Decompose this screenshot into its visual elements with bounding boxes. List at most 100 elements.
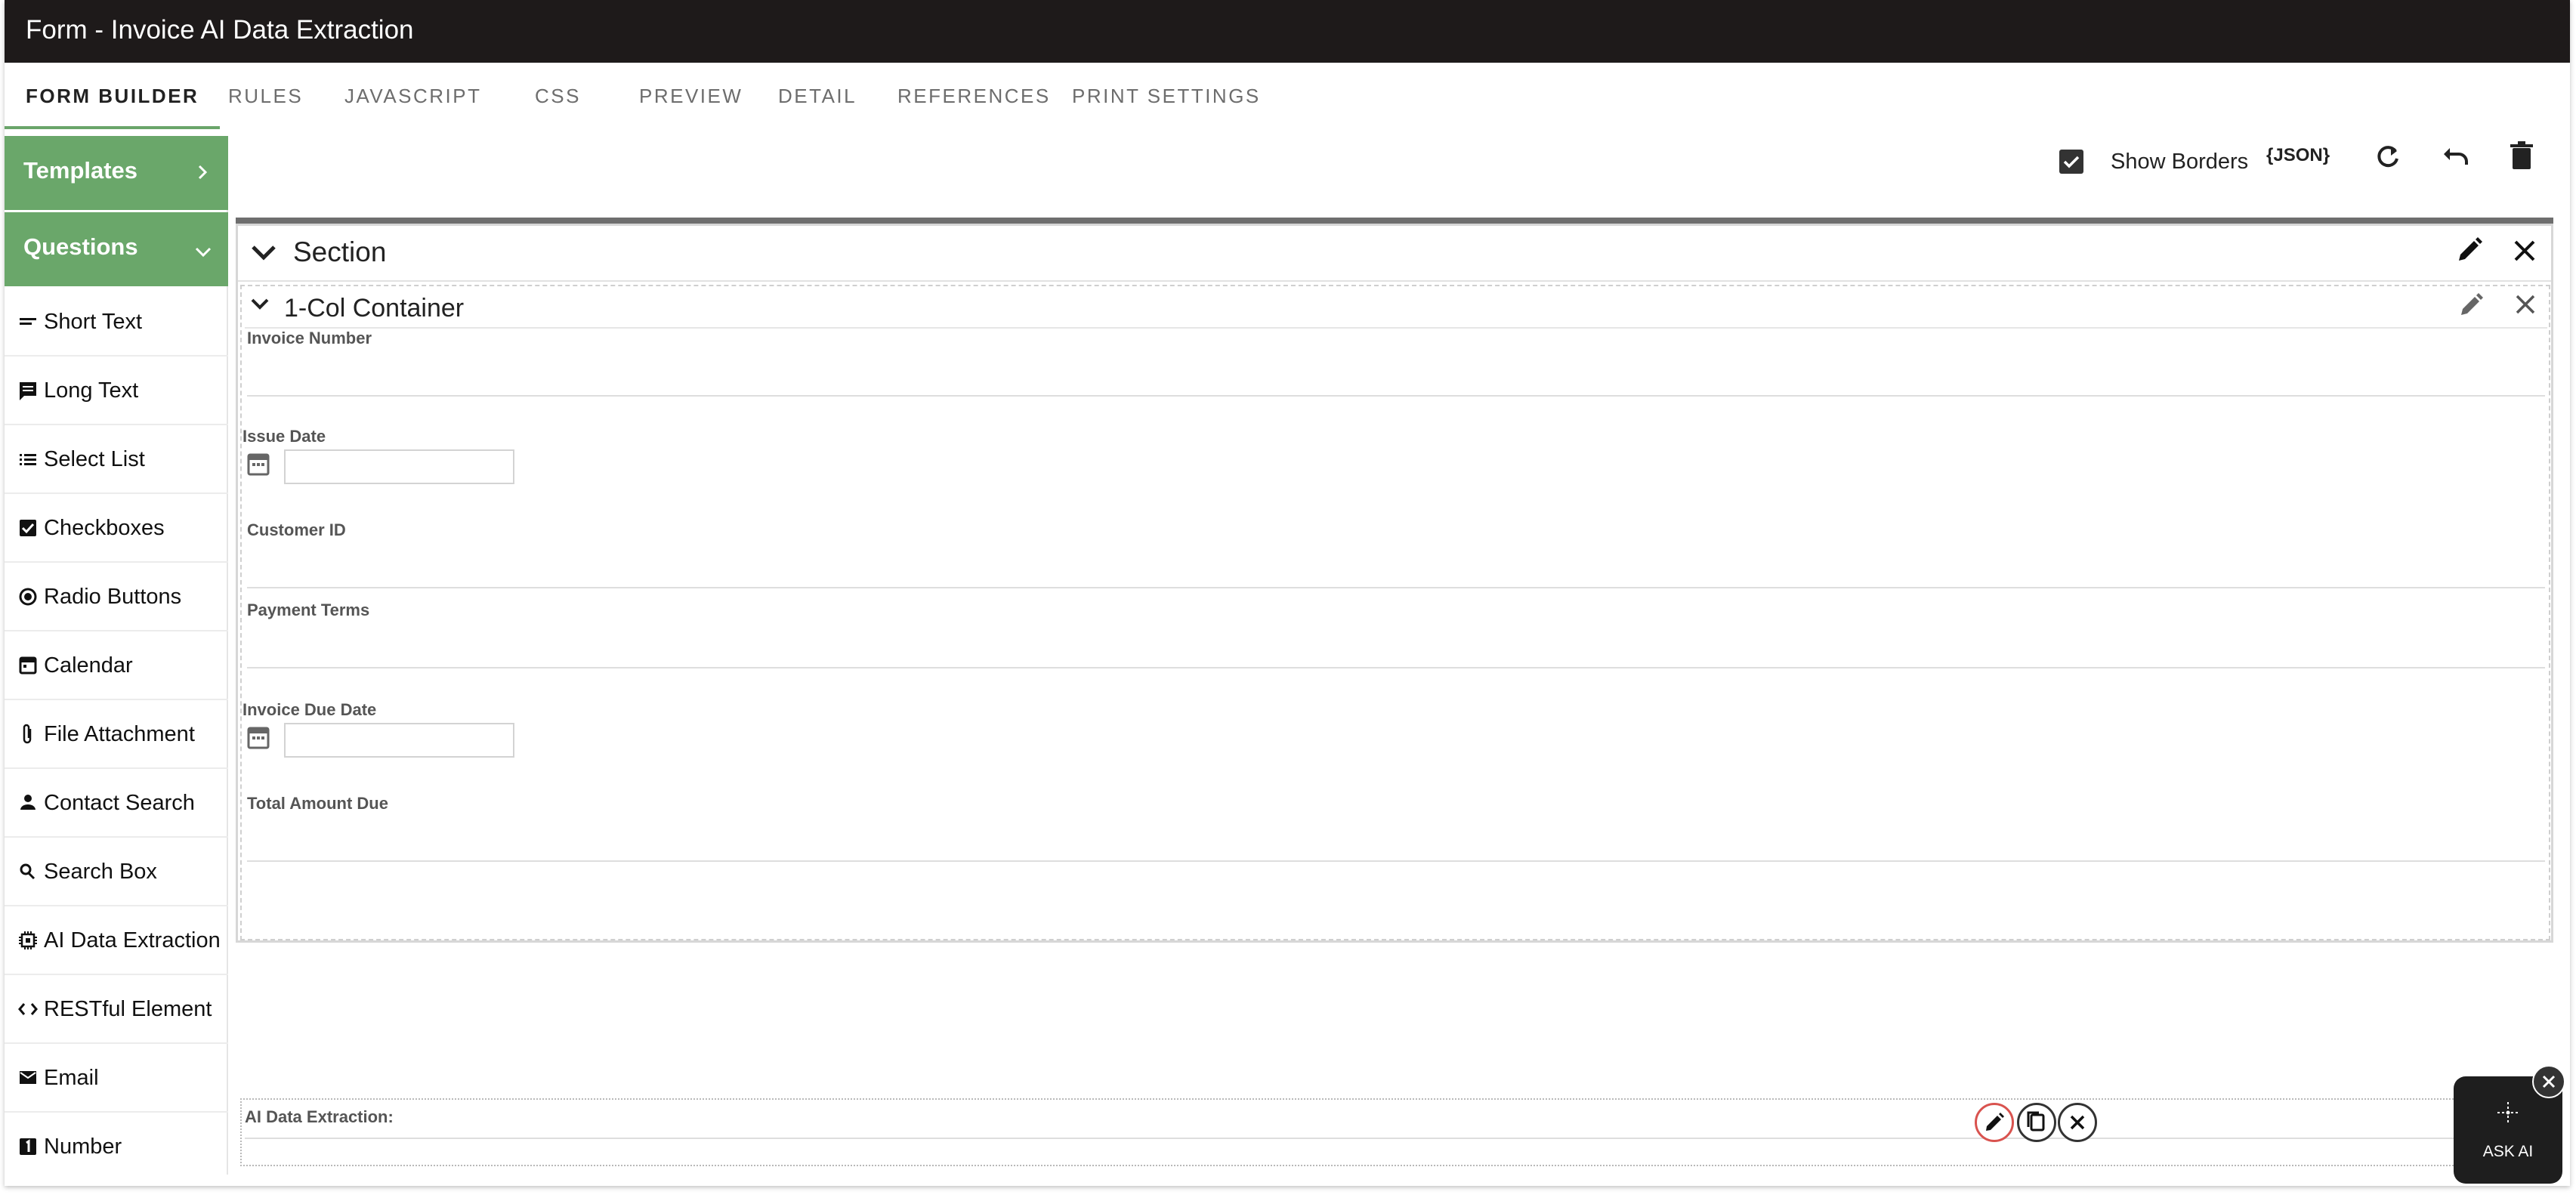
templates-label: Templates — [23, 157, 138, 184]
question-label: AI Data Extraction — [44, 928, 221, 952]
question-ai-data-extraction[interactable]: AI Data Extraction — [5, 906, 228, 975]
section-header: Section — [238, 226, 2551, 282]
tab-detail[interactable]: DETAIL — [778, 63, 857, 128]
chevron-right-icon — [192, 136, 215, 205]
chevron-down-icon[interactable] — [249, 294, 270, 313]
questions-label: Questions — [23, 233, 138, 260]
question-search-box[interactable]: Search Box — [5, 838, 228, 906]
show-borders-label: Show Borders — [2111, 150, 2249, 174]
ai-data-extraction-input — [245, 1138, 2543, 1139]
container-header-divider — [245, 327, 2547, 329]
mail-icon — [18, 1044, 41, 1113]
question-label: Checkboxes — [44, 516, 165, 540]
chevron-down-icon[interactable] — [249, 239, 279, 267]
ask-ai-label: ASK AI — [2482, 1143, 2534, 1160]
radio-icon — [18, 563, 41, 631]
toolbar-divider — [236, 218, 2553, 224]
code-icon — [18, 975, 41, 1044]
invoice-due-date-input[interactable] — [284, 723, 514, 758]
payment-terms-input[interactable] — [247, 667, 2545, 668]
section-title: Section — [293, 236, 387, 267]
paperclip-icon — [18, 700, 41, 769]
edit-section-icon[interactable] — [2454, 235, 2485, 265]
invoice-number-input[interactable] — [247, 395, 2545, 397]
tab-javascript[interactable]: JAVASCRIPT — [344, 63, 482, 128]
question-label: File Attachment — [44, 722, 195, 746]
total-amount-due-label: Total Amount Due — [247, 794, 388, 813]
refresh-icon[interactable] — [2373, 142, 2403, 172]
invoice-number-label: Invoice Number — [247, 329, 372, 347]
builder-toolbar: Show Borders {JSON} — [236, 128, 2553, 219]
invoice-due-date-label: Invoice Due Date — [242, 700, 377, 719]
total-amount-due-input[interactable] — [247, 860, 2545, 862]
delete-icon[interactable] — [2508, 140, 2535, 171]
issue-date-label: Issue Date — [242, 427, 326, 446]
window-title: Form - Invoice AI Data Extraction — [5, 0, 2570, 63]
question-label: Contact Search — [44, 791, 195, 815]
tab-css[interactable]: CSS — [535, 63, 581, 128]
person-icon — [18, 769, 41, 838]
question-long-text[interactable]: Long Text — [5, 357, 228, 425]
json-button[interactable]: {JSON} — [2266, 145, 2330, 166]
list-icon — [18, 425, 41, 494]
calendar-icon[interactable] — [247, 451, 270, 477]
tab-form-builder[interactable]: FORM BUILDER — [5, 63, 221, 129]
one-col-container: 1-Col Container Invoice Number Issue Dat… — [240, 285, 2550, 940]
tab-references[interactable]: REFERENCES — [897, 63, 1051, 128]
question-checkboxes[interactable]: Checkboxes — [5, 494, 228, 563]
question-email[interactable]: Email — [5, 1044, 228, 1113]
edit-field-button[interactable] — [1975, 1103, 2014, 1142]
undo-icon[interactable] — [2439, 142, 2473, 172]
question-radio-buttons[interactable]: Radio Buttons — [5, 563, 228, 631]
sparkle-icon — [2494, 1099, 2522, 1126]
question-label: Number — [44, 1135, 122, 1159]
edit-container-icon[interactable] — [2457, 291, 2485, 320]
customer-id-input[interactable] — [247, 587, 2545, 588]
sidebar: Templates Questions Short Text Long Text… — [5, 136, 228, 1175]
question-label: Select List — [44, 447, 145, 471]
close-ask-ai-icon[interactable] — [2532, 1065, 2565, 1098]
short-text-icon — [18, 288, 41, 357]
question-restful-element[interactable]: RESTful Element — [5, 975, 228, 1044]
ai-data-extraction-field[interactable]: AI Data Extraction: — [240, 1098, 2550, 1166]
chip-icon — [18, 906, 41, 975]
tab-rules[interactable]: RULES — [228, 63, 303, 128]
question-label: Email — [44, 1066, 99, 1090]
question-label: Search Box — [44, 860, 157, 884]
payment-terms-label: Payment Terms — [247, 600, 370, 619]
close-section-icon[interactable] — [2512, 238, 2537, 264]
form-section: Section 1-Col Container Invoice Number I… — [236, 224, 2553, 1166]
app-page: Form - Invoice AI Data Extraction FORM B… — [5, 0, 2570, 1186]
question-file-attachment[interactable]: File Attachment — [5, 700, 228, 769]
chevron-down-icon — [192, 212, 215, 282]
question-calendar[interactable]: Calendar — [5, 631, 228, 700]
copy-field-button[interactable] — [2017, 1103, 2056, 1142]
question-select-list[interactable]: Select List — [5, 425, 228, 494]
search-icon — [18, 838, 41, 906]
show-borders-checkbox[interactable] — [2059, 150, 2083, 174]
calendar-icon — [18, 631, 41, 700]
number-icon — [18, 1113, 41, 1181]
tab-preview[interactable]: PREVIEW — [639, 63, 743, 128]
comment-icon — [18, 357, 41, 425]
ai-data-extraction-label: AI Data Extraction: — [245, 1107, 394, 1126]
customer-id-label: Customer ID — [247, 520, 346, 539]
questions-panel-header[interactable]: Questions — [5, 212, 228, 286]
question-label: Short Text — [44, 310, 143, 334]
issue-date-input[interactable] — [284, 449, 514, 484]
close-container-icon[interactable] — [2513, 292, 2537, 316]
question-label: Radio Buttons — [44, 585, 182, 609]
question-short-text[interactable]: Short Text — [5, 288, 228, 357]
container-title: 1-Col Container — [284, 294, 465, 323]
question-contact-search[interactable]: Contact Search — [5, 769, 228, 838]
tab-bar: FORM BUILDER RULES JAVASCRIPT CSS PREVIE… — [5, 63, 2570, 129]
question-label: Long Text — [44, 378, 139, 403]
question-label: RESTful Element — [44, 997, 212, 1021]
calendar-icon[interactable] — [247, 724, 270, 750]
question-number[interactable]: Number — [5, 1113, 228, 1181]
remove-field-button[interactable] — [2058, 1103, 2097, 1142]
templates-panel-header[interactable]: Templates — [5, 136, 228, 210]
question-label: Calendar — [44, 653, 133, 678]
checkbox-icon — [18, 494, 41, 563]
tab-print-settings[interactable]: PRINT SETTINGS — [1072, 63, 1261, 128]
